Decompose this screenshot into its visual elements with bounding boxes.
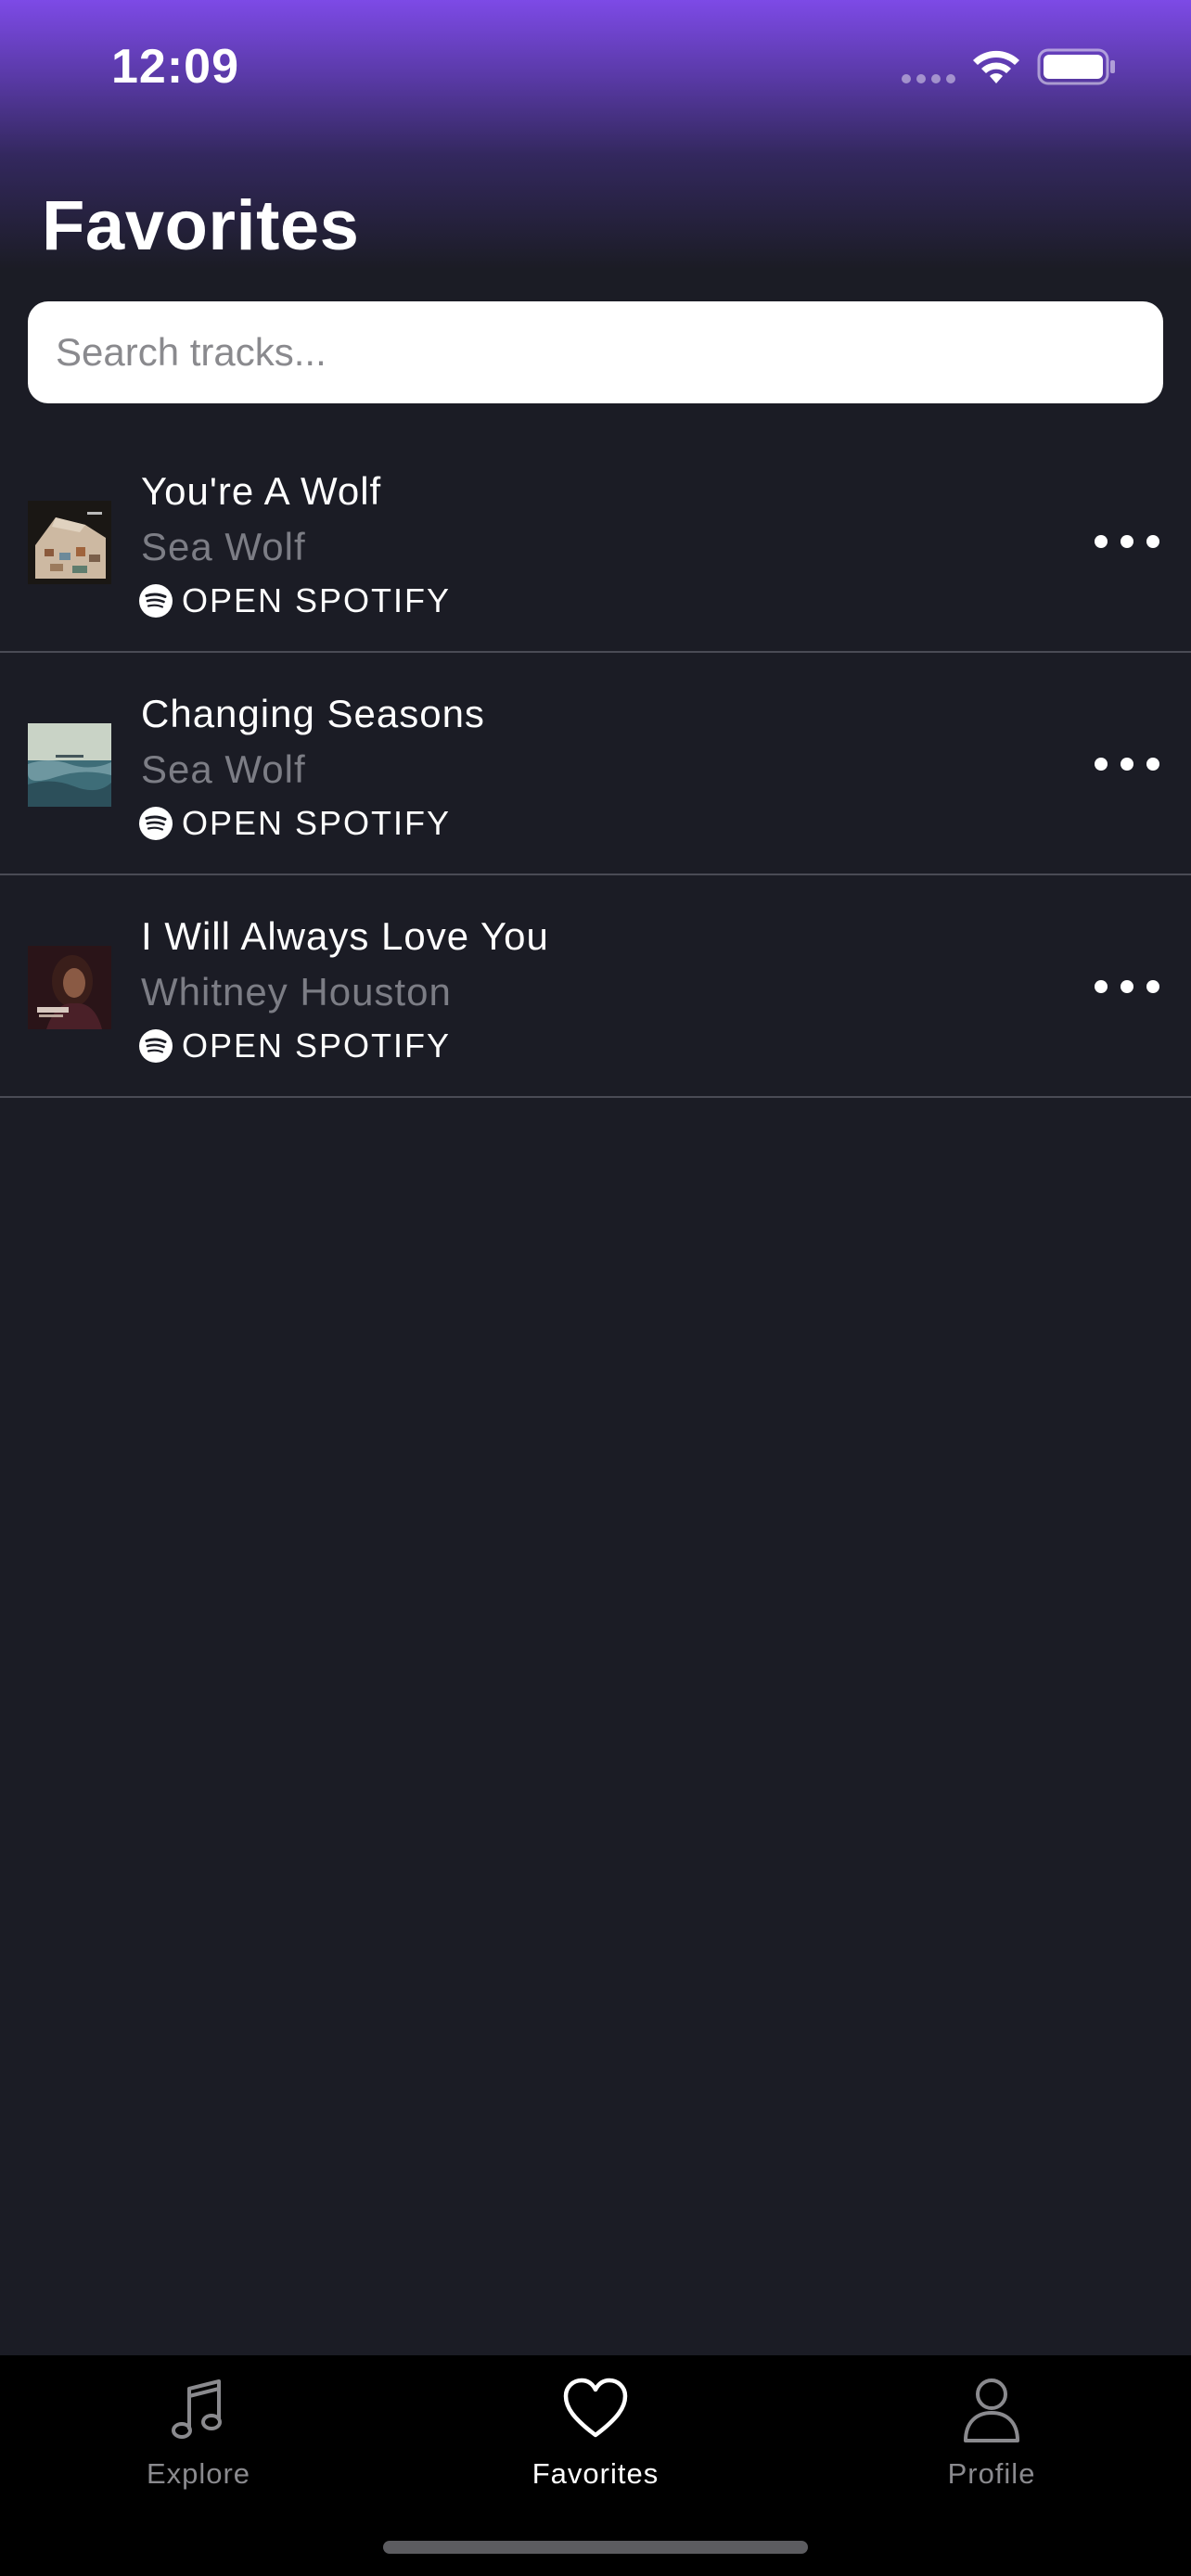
status-time: 12:09 <box>111 40 239 94</box>
tab-profile[interactable]: Profile <box>871 2372 1112 2520</box>
track-title: Changing Seasons <box>141 692 485 735</box>
open-spotify-button[interactable]: OPEN SPOTIFY <box>139 580 451 621</box>
person-icon <box>964 2378 1019 2442</box>
more-options-icon[interactable] <box>1095 968 1159 1005</box>
tab-profile-label: Profile <box>947 2457 1036 2490</box>
spotify-icon <box>139 584 173 618</box>
spotify-icon <box>139 1029 173 1063</box>
page-title: Favorites <box>42 186 360 265</box>
more-options-icon[interactable] <box>1095 523 1159 560</box>
track-list: You're A Wolf Sea Wolf OPEN SPOTIFY Chan… <box>0 430 1191 1098</box>
tab-explore-label: Explore <box>146 2457 251 2490</box>
search-input[interactable] <box>28 301 1163 403</box>
spotify-icon <box>139 807 173 840</box>
open-spotify-label: OPEN SPOTIFY <box>182 1027 452 1065</box>
open-spotify-label: OPEN SPOTIFY <box>182 804 452 842</box>
open-spotify-button[interactable]: OPEN SPOTIFY <box>139 803 451 844</box>
home-indicator[interactable] <box>383 2541 808 2554</box>
wifi-icon <box>973 50 1019 83</box>
track-row[interactable]: You're A Wolf Sea Wolf OPEN SPOTIFY <box>0 430 1191 653</box>
album-art <box>28 501 111 584</box>
cellular-signal-icon <box>902 74 957 85</box>
open-spotify-button[interactable]: OPEN SPOTIFY <box>139 1026 451 1066</box>
tab-explore[interactable]: Explore <box>78 2372 319 2520</box>
tab-favorites[interactable]: Favorites <box>475 2372 716 2520</box>
music-note-icon <box>172 2379 222 2439</box>
track-artist: Whitney Houston <box>141 970 452 1014</box>
more-options-icon[interactable] <box>1095 746 1159 783</box>
track-title: I Will Always Love You <box>141 914 549 958</box>
track-row[interactable]: Changing Seasons Sea Wolf OPEN SPOTIFY <box>0 653 1191 875</box>
favorites-screen: 12:09 Favorites Search tracks... You're … <box>0 0 1191 2576</box>
album-art <box>28 946 111 1029</box>
status-bar: 12:09 <box>0 0 1191 139</box>
battery-icon <box>1037 48 1115 85</box>
tab-favorites-label: Favorites <box>531 2457 660 2490</box>
heart-icon <box>563 2378 628 2438</box>
track-artist: Sea Wolf <box>141 525 306 568</box>
album-art <box>28 723 111 807</box>
open-spotify-label: OPEN SPOTIFY <box>182 581 452 619</box>
track-row[interactable]: I Will Always Love You Whitney Houston O… <box>0 875 1191 1098</box>
track-artist: Sea Wolf <box>141 747 306 791</box>
track-title: You're A Wolf <box>141 469 382 513</box>
